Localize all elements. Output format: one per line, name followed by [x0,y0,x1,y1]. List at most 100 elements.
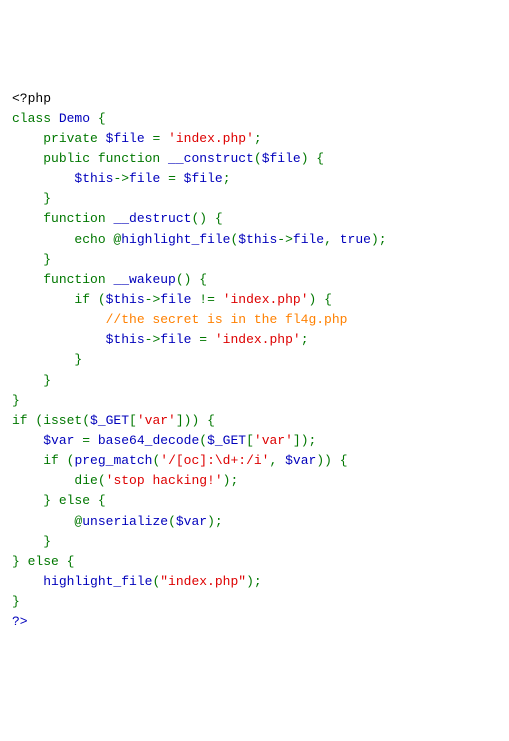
code-token: __wakeup [113,272,175,287]
code-token: } [12,393,20,408]
code-line: $var = base64_decode($_GET['var']); [12,431,497,451]
code-token: preg_match [74,453,152,468]
code-token: ( [254,151,262,166]
code-token: unserialize [82,514,168,529]
code-token: __construct [168,151,254,166]
code-token: [ [246,433,254,448]
code-line: } [12,350,497,370]
code-token [12,292,74,307]
code-line: } [12,592,497,612]
code-token: { [98,111,106,126]
code-token [12,312,106,327]
code-token: , [324,232,340,247]
code-token: ?> [12,614,28,629]
code-line: } else { [12,491,497,511]
code-token: __destruct [113,211,191,226]
code-token: ; [301,332,317,347]
code-token: base64_decode [98,433,199,448]
code-token: -> [113,171,129,186]
code-token: ); [223,473,246,488]
code-line: <?php [12,89,497,109]
code-token: class [12,111,59,126]
code-token [12,211,43,226]
code-token: if ( [43,453,74,468]
code-token [12,232,74,247]
code-token: 'index.php' [215,332,301,347]
code-token: file [293,232,324,247]
code-token: ( [199,433,207,448]
code-line: echo @highlight_file($this->file, true); [12,230,497,250]
code-line: highlight_file("index.php"); [12,572,497,592]
code-token: } [43,191,51,206]
code-token: file [129,171,168,186]
code-token: ); [246,574,269,589]
code-token: Demo [59,111,98,126]
code-token: ( [152,574,160,589]
code-line: if ($this->file != 'index.php') { [12,290,497,310]
code-token [12,151,43,166]
code-token: $file [106,131,153,146]
code-token [12,252,43,267]
code-token: -> [145,332,161,347]
code-token: function [43,211,113,226]
code-token: $this [106,292,145,307]
code-line: } else { [12,552,497,572]
code-token: -> [145,292,161,307]
code-token: $this [74,171,113,186]
code-token: ; [223,171,239,186]
code-token: ) { [301,151,332,166]
code-token: //the secret is in the fl4g.php [106,312,348,327]
code-token: die( [74,473,105,488]
code-token: () { [176,272,215,287]
code-token [12,332,106,347]
code-token: } else { [43,493,105,508]
code-token: ); [207,514,230,529]
code-token: = [168,171,184,186]
code-token: } [43,252,51,267]
code-line: class Demo { [12,109,497,129]
code-token: true [340,232,371,247]
code-token: )) { [316,453,355,468]
code-token: file [160,332,199,347]
code-line: if (isset($_GET['var'])) { [12,411,497,431]
code-token: } [43,534,59,549]
code-token: != [199,292,222,307]
code-line: } [12,391,497,411]
code-token: [ [129,413,137,428]
code-token: function [43,272,113,287]
code-token: ); [371,232,394,247]
code-token: $_GET [90,413,129,428]
code-token [12,191,43,206]
code-line: } [12,371,497,391]
code-token: , [269,453,285,468]
code-block: <?phpclass Demo { private $file = 'index… [12,89,497,633]
code-token [12,131,43,146]
code-line: private $file = 'index.php'; [12,129,497,149]
code-token [12,373,43,388]
code-token: $var [285,453,316,468]
code-token: public function [43,151,168,166]
code-token: $file [262,151,301,166]
code-token [12,272,43,287]
code-token: $var [43,433,82,448]
code-token: = [199,332,215,347]
code-token [12,493,43,508]
code-token: $this [238,232,277,247]
code-line: ?> [12,612,497,632]
code-token [12,514,74,529]
code-token [12,534,43,549]
code-token: $var [176,514,207,529]
code-token: ) { [309,292,340,307]
code-token: ( [168,514,176,529]
code-line: } [12,532,497,552]
code-token: if ( [74,292,105,307]
code-token [12,574,43,589]
code-token: 'index.php' [168,131,254,146]
code-token [12,171,74,186]
code-token: } [12,594,28,609]
code-token: $file [184,171,223,186]
code-line: die('stop hacking!'); [12,471,497,491]
code-token [12,453,43,468]
code-token [12,473,74,488]
code-token: -> [277,232,293,247]
